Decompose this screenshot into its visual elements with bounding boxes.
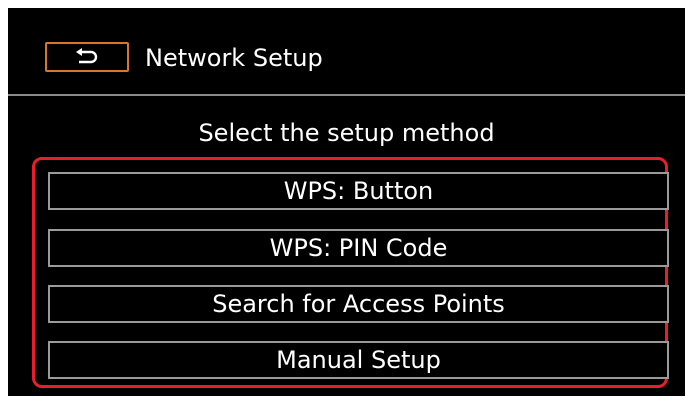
manual-setup-option[interactable]: Manual Setup	[48, 341, 669, 379]
network-setup-screen: Network Setup Select the setup method WP…	[8, 8, 685, 396]
header-bar: Network Setup	[8, 8, 685, 94]
wps-button-option[interactable]: WPS: Button	[48, 172, 669, 210]
search-access-points-option[interactable]: Search for Access Points	[48, 285, 669, 323]
return-arrow-icon	[74, 48, 100, 66]
page-title: Network Setup	[145, 44, 323, 72]
back-button[interactable]	[45, 42, 129, 72]
wps-pin-code-option[interactable]: WPS: PIN Code	[48, 229, 669, 267]
setup-method-prompt: Select the setup method	[198, 119, 495, 147]
header-divider	[8, 94, 685, 96]
